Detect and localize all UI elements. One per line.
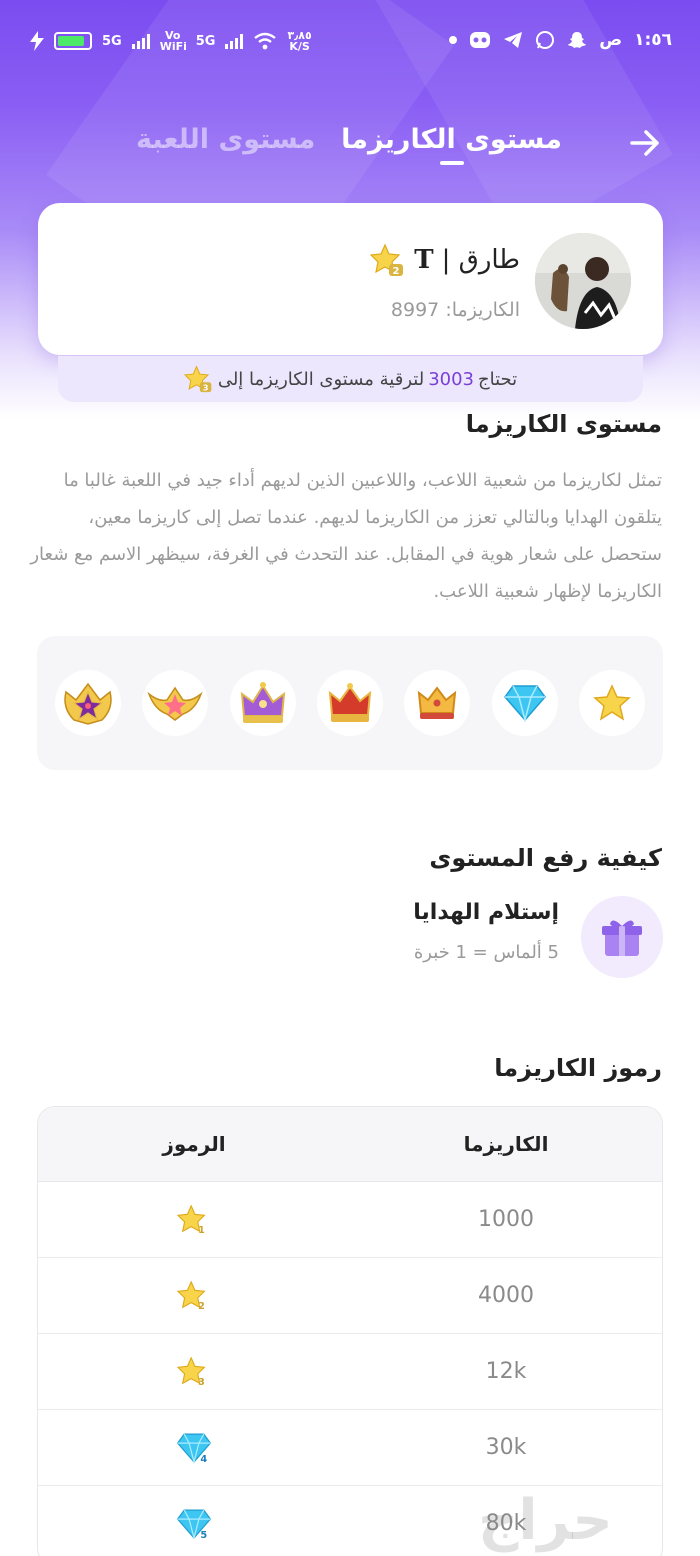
- star-icon: 1: [177, 1203, 206, 1236]
- telegram-icon: [504, 32, 523, 48]
- gift-item-title: إستلام الهدايا: [413, 900, 559, 925]
- wing-crest-icon: [147, 686, 203, 721]
- network-label-1: 5G: [102, 33, 122, 49]
- table-row: 12k 3: [38, 1334, 662, 1410]
- star-crest-icon: [64, 682, 112, 725]
- col-header-charisma: الكاريزما: [463, 1132, 549, 1156]
- progress-amount: 3003: [428, 368, 475, 390]
- star-icon: [593, 684, 631, 721]
- notification-dot-icon: [449, 36, 458, 44]
- table-cell-symbol: 3: [38, 1334, 350, 1409]
- table-cell-charisma: 30k: [485, 1435, 527, 1460]
- tab-game-level[interactable]: مستوى اللعبة: [136, 124, 315, 155]
- star-badge-level-2-icon: 2: [370, 243, 404, 277]
- whatsapp-icon: [536, 31, 555, 49]
- top-tab-bar: مستوى الكاريزما مستوى اللعبة: [0, 118, 700, 168]
- tab-game-level-label: مستوى اللعبة: [136, 124, 316, 155]
- symbol-level-text: 5: [200, 1529, 207, 1539]
- profile-name-row: طارق | T 2: [370, 243, 520, 277]
- status-bar: 5G Vo WiFi 5G ٣٫٨٥ K/S ص ١:٥٦: [0, 30, 700, 64]
- table-cell-symbol: 2: [38, 1258, 350, 1333]
- table-cell-symbol: 4: [38, 1410, 350, 1485]
- diamond-icon: 4: [176, 1432, 212, 1464]
- badge-star: [578, 670, 645, 736]
- network-label-2: Vo WiFi: [159, 29, 187, 53]
- symbol-level-text: 1: [198, 1225, 205, 1236]
- badge-star-crest: [55, 670, 121, 736]
- levelup-section-title: كيفية رفع المستوى: [429, 844, 662, 872]
- badge-diamond: [491, 670, 558, 736]
- progress-suffix: لترقية مستوى الكاريزما إلى: [217, 368, 425, 390]
- star-icon: 2: [177, 1279, 206, 1312]
- speed-indicator: ٣٫٨٥ K/S: [287, 30, 311, 52]
- charisma-section-title: مستوى الكاريزما: [465, 410, 662, 438]
- charisma-badges-panel: [37, 636, 663, 770]
- charisma-description: تمثل لكاريزما من شعبية اللاعب، واللاعبين…: [30, 470, 662, 602]
- star-icon: 3: [177, 1355, 206, 1388]
- progress-badge-level-text: 3: [203, 383, 209, 393]
- badge-crown-red: [316, 670, 383, 736]
- signal-icon-2: [225, 33, 244, 49]
- table-cell-symbol: 1: [38, 1182, 350, 1257]
- table-row: 4000 2: [38, 1258, 662, 1334]
- symbol-level-text: 3: [198, 1377, 205, 1388]
- avatar[interactable]: [535, 233, 631, 329]
- gift-icon: [602, 920, 642, 956]
- star-badge-level-3-icon: 3: [183, 365, 212, 393]
- crown-gold-icon: [418, 686, 457, 719]
- progress-prefix: تحتاج: [478, 368, 518, 390]
- table-cell-charisma: 1000: [478, 1207, 534, 1232]
- badge-crown-gold: [404, 670, 471, 736]
- badge-crown-purple: [229, 670, 296, 736]
- app-notification-icon: [470, 32, 491, 48]
- watermark-logo: حراج: [478, 1488, 613, 1553]
- network-label-3: 5G: [195, 33, 216, 49]
- symbol-level-text: 4: [200, 1453, 207, 1463]
- tab-charisma-level-label: مستوى الكاريزما: [341, 124, 562, 155]
- gift-item-subtitle: 5 ألماس = 1 خبرة: [413, 942, 559, 963]
- charisma-score: الكاريزما: 8997: [390, 299, 520, 321]
- table-cell-charisma: 12k: [485, 1359, 527, 1384]
- table-cell-charisma: 4000: [478, 1283, 534, 1308]
- diamond-icon: [503, 685, 546, 722]
- upgrade-progress-band: تحتاج 3003 لترقية مستوى الكاريزما إلى 3: [58, 356, 643, 402]
- gift-icon-wrapper: [581, 896, 663, 978]
- profile-name-suffix: T: [414, 245, 434, 275]
- badge-wing-crest: [142, 670, 209, 736]
- battery-icon: [54, 32, 92, 50]
- status-time: ١:٥٦: [634, 30, 672, 50]
- charging-icon: [30, 31, 44, 51]
- snapchat-icon: [568, 32, 587, 48]
- wifi-icon: [254, 32, 277, 50]
- active-tab-indicator: [439, 161, 464, 165]
- status-ampm: ص: [599, 30, 623, 50]
- table-row: 30k 4: [38, 1410, 662, 1486]
- col-header-symbols: الرموز: [162, 1132, 226, 1156]
- speed-unit: K/S: [289, 40, 310, 53]
- levelup-gift-item: إستلام الهدايا 5 ألماس = 1 خبرة: [363, 896, 663, 978]
- badge-level-text: 2: [393, 266, 400, 277]
- profile-name: طارق |: [441, 245, 520, 275]
- symbols-section-title: رموز الكاريزما: [494, 1054, 662, 1082]
- crown-purple-icon: [240, 682, 285, 723]
- signal-icon: [131, 33, 150, 49]
- table-cell-symbol: 5: [38, 1486, 350, 1556]
- table-header: الكاريزما الرموز: [38, 1107, 662, 1182]
- diamond-icon: 5: [176, 1508, 212, 1540]
- profile-card: طارق | T 2 الكاريزما: 8997: [38, 203, 663, 355]
- crown-red-icon: [328, 683, 372, 722]
- tab-charisma-level[interactable]: مستوى الكاريزما: [341, 124, 562, 165]
- table-row: 1000 1: [38, 1182, 662, 1258]
- back-arrow-icon[interactable]: [628, 126, 662, 160]
- symbol-level-text: 2: [198, 1301, 205, 1312]
